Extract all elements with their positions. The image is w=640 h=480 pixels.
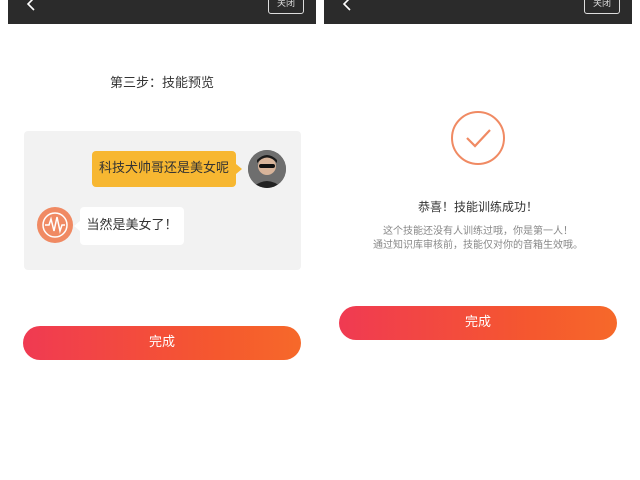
step-title: 第三步：技能预览	[109, 76, 214, 91]
chat-preview-box: 科技犬帅哥还是美女呢 当然是美女了！	[24, 131, 301, 270]
success-message-line: 这个技能还没有人训练过哦，你是第一人！	[383, 226, 573, 237]
user-message-bubble: 科技犬帅哥还是美女呢	[92, 151, 242, 187]
close-button[interactable]: 关闭	[584, 0, 620, 14]
bot-waveform-icon	[42, 212, 68, 238]
done-button[interactable]: 完成	[339, 306, 617, 340]
success-message-line: 通过知识库审核前，技能仅对你的音箱生效哦。	[373, 240, 583, 251]
bot-message-bubble: 当然是美女了！	[74, 207, 184, 245]
bot-avatar	[37, 207, 73, 243]
close-button[interactable]: 关闭	[268, 0, 304, 14]
training-success-screen: 关闭 恭喜！技能训练成功！ 这个技能还没有人训练过哦，你是第一人！ 通过知识库审…	[324, 0, 632, 480]
top-navigation-bar: 关闭	[324, 0, 632, 24]
back-arrow-icon[interactable]	[24, 0, 40, 14]
success-title: 恭喜！技能训练成功！	[417, 200, 538, 214]
top-navigation-bar: 关闭	[8, 0, 316, 24]
done-button[interactable]: 完成	[23, 326, 301, 360]
user-avatar	[248, 150, 286, 188]
skill-preview-screen: 关闭 第三步：技能预览 科技犬帅哥还是美女呢 当然是美女了！ 完成	[8, 0, 316, 480]
success-check-icon	[451, 111, 505, 165]
back-arrow-icon[interactable]	[340, 0, 356, 14]
